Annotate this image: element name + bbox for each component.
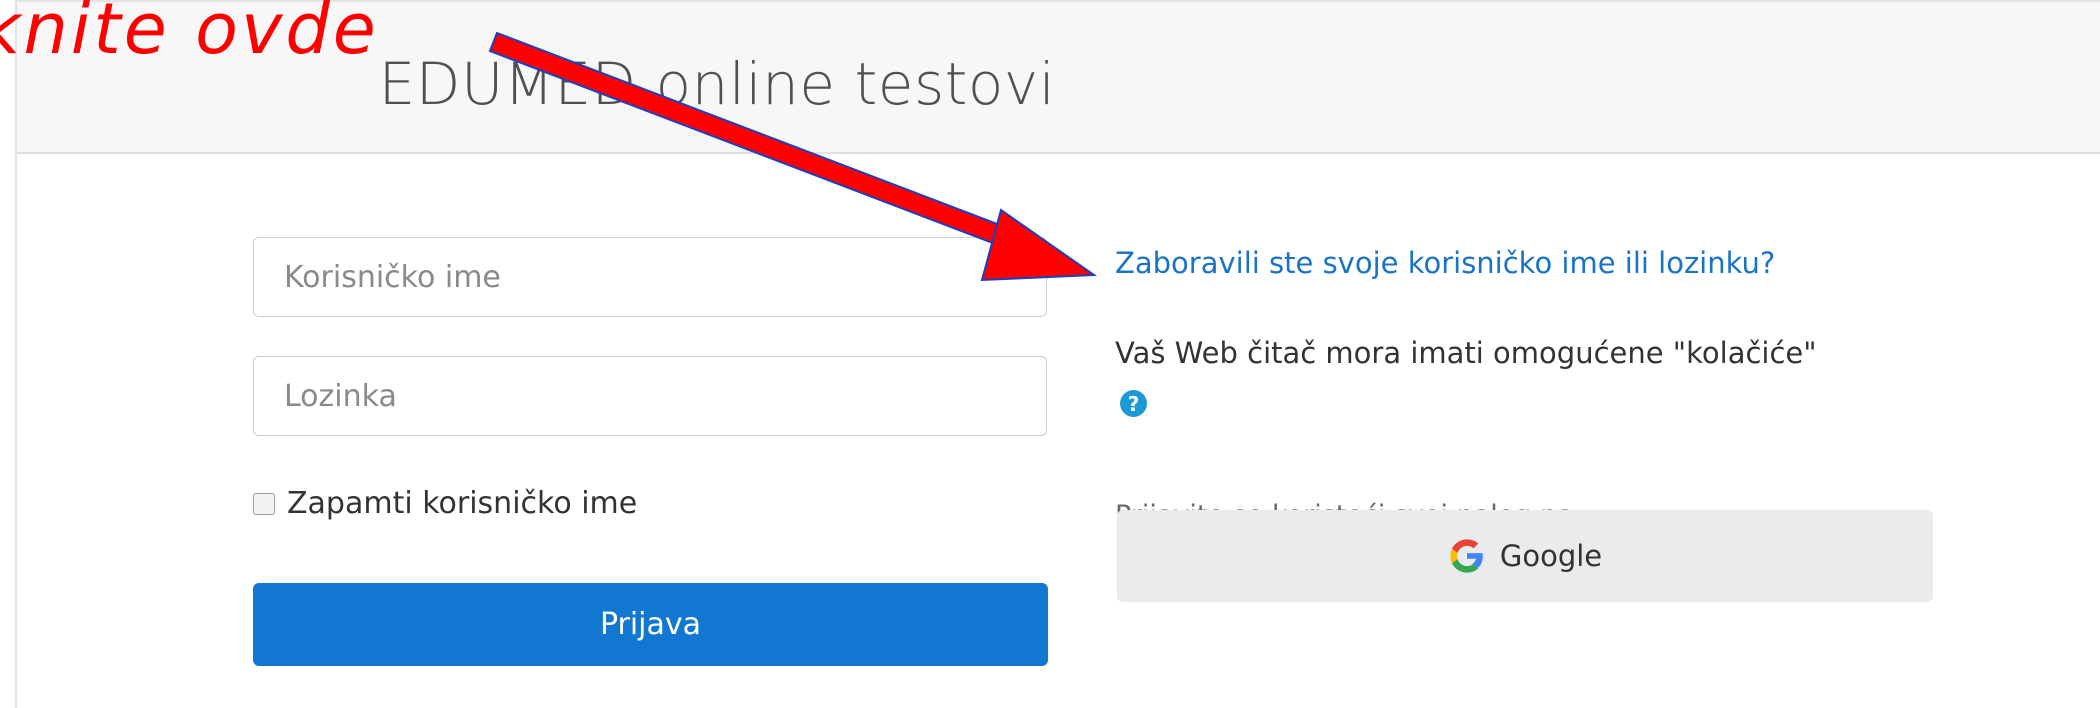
forgot-credentials-link[interactable]: Zaboravili ste svoje korisničko ime ili … bbox=[1115, 246, 1775, 280]
google-label: Google bbox=[1499, 539, 1603, 573]
remember-username[interactable]: Zapamti korisničko ime bbox=[253, 486, 637, 521]
username-input[interactable] bbox=[253, 237, 1047, 317]
google-login-button[interactable]: Google bbox=[1117, 510, 1933, 602]
remember-label: Zapamti korisničko ime bbox=[287, 486, 638, 521]
question-circle-icon[interactable]: ? bbox=[1120, 390, 1147, 417]
login-card: EDUMED online testovi Zapamti korisničko… bbox=[15, 0, 2100, 708]
cookies-notice: Vaš Web čitač mora imati omogućene "kola… bbox=[1115, 336, 1817, 370]
password-input[interactable] bbox=[253, 356, 1047, 436]
annotation-text: knite ovde bbox=[0, 0, 379, 70]
login-button[interactable]: Prijava bbox=[253, 583, 1048, 666]
google-icon bbox=[1450, 539, 1483, 573]
remember-checkbox[interactable] bbox=[253, 492, 275, 515]
